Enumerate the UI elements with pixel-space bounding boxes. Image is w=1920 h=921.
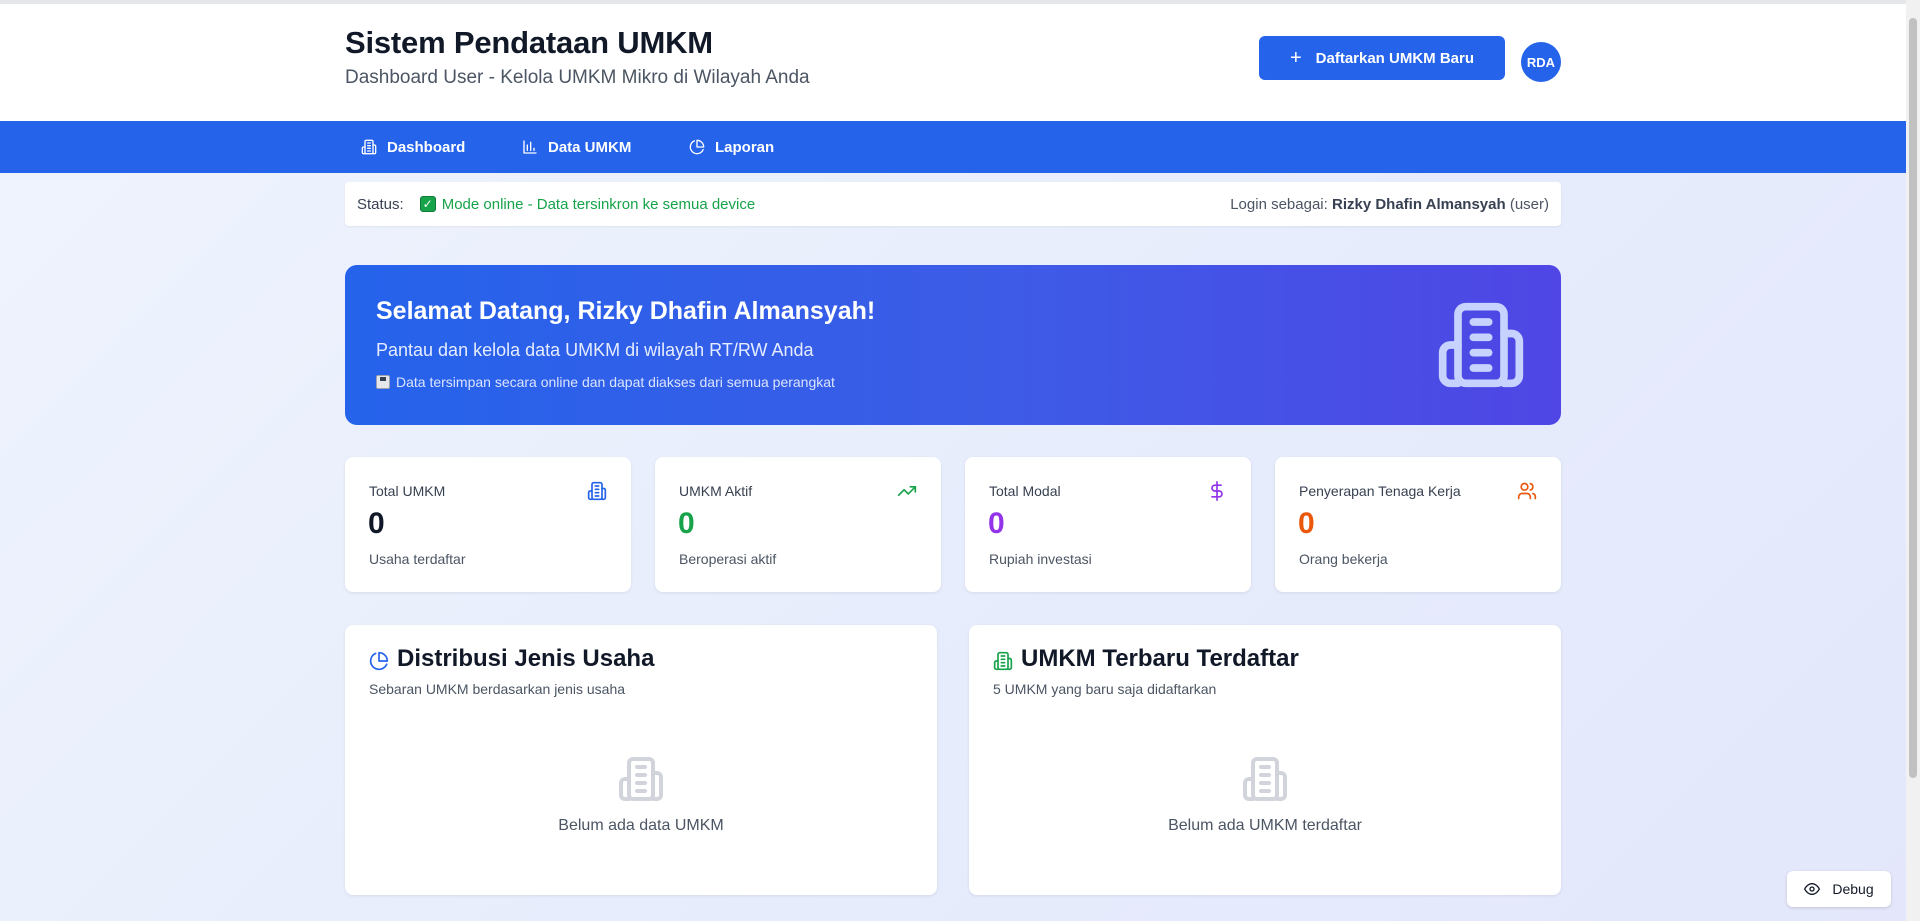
empty-state-text: Belum ada UMKM terdaftar [1168,817,1362,834]
debug-button[interactable]: Debug [1787,871,1891,907]
stat-sub: Orang bekerja [1299,551,1388,567]
welcome-title: Selamat Datang, Rizky Dhafin Almansyah! [376,297,876,325]
nav-item-label: Dashboard [387,138,466,156]
panel-subtitle: 5 UMKM yang baru saja didaftarkan [993,681,1217,697]
login-role: (user) [1509,195,1549,213]
register-umkm-button[interactable]: + Daftarkan UMKM Baru [1259,36,1505,80]
check-icon: ✓ [419,196,436,212]
register-umkm-label: Daftarkan UMKM Baru [1315,49,1475,67]
stat-sub: Rupiah investasi [989,551,1092,567]
eye-icon [1804,883,1821,895]
welcome-subtitle: Pantau dan kelola data UMKM di wilayah R… [376,340,814,360]
nav-item-label: Laporan [715,138,775,156]
building-icon [361,139,377,155]
pie-chart-icon [369,651,389,671]
plus-icon: + [1289,47,1302,69]
app-header: Sistem Pendataan UMKM Dashboard User - K… [0,4,1906,121]
login-name: Rizky Dhafin Almansyah [1331,195,1506,213]
panel-umkm-terbaru: UMKM Terbaru Terdaftar 5 UMKM yang baru … [969,625,1561,895]
panel-distribusi-jenis-usaha: Distribusi Jenis Usaha Sebaran UMKM berd… [345,625,937,895]
building-icon [619,757,663,801]
dollar-icon [1211,481,1223,501]
users-icon [1517,482,1537,500]
stat-value: 0 [678,507,695,540]
trending-up-icon [897,486,917,496]
welcome-note: Data tersimpan secara online dan dapat d… [376,374,835,390]
nav-item-laporan[interactable]: Laporan [689,121,774,173]
login-prefix: Login sebagai: [1230,195,1328,213]
building-icon [1243,757,1287,801]
nav-item-label: Data UMKM [548,138,632,156]
status-label: Status: [357,195,404,213]
nav-item-data-umkm[interactable]: Data UMKM [522,121,631,173]
stat-value: 0 [1298,507,1315,540]
main-nav: Dashboard Data UMKM Laporan [0,121,1906,173]
app-title: Sistem Pendataan UMKM [345,25,713,60]
floppy-disk-icon [376,375,390,389]
panel-subtitle: Sebaran UMKM berdasarkan jenis usaha [369,681,626,697]
building-icon [993,651,1013,671]
status-bar: Status: ✓ Mode online - Data tersinkron … [345,182,1561,226]
stat-label: UMKM Aktif [679,483,753,499]
stat-value: 0 [988,507,1005,540]
building-icon [587,481,607,501]
stat-label: Total Modal [989,483,1061,499]
welcome-banner: Selamat Datang, Rizky Dhafin Almansyah! … [345,265,1561,425]
login-info: Login sebagai: Rizky Dhafin Almansyah (u… [1230,196,1549,213]
app-subtitle: Dashboard User - Kelola UMKM Mikro di Wi… [345,67,810,88]
avatar[interactable]: RDA [1521,42,1561,82]
panel-title: UMKM Terbaru Terdaftar [1021,645,1299,672]
empty-state-text: Belum ada data UMKM [558,817,724,834]
page-scrollbar[interactable] [1906,0,1920,921]
stat-sub: Beroperasi aktif [679,551,777,567]
stat-label: Total UMKM [369,483,446,499]
debug-label: Debug [1832,881,1874,897]
pie-chart-icon [689,139,705,155]
panel-title: Distribusi Jenis Usaha [397,645,655,672]
stat-card-umkm-aktif: UMKM Aktif 0 Beroperasi aktif [655,457,941,592]
bar-chart-icon [523,140,537,154]
stat-label: Penyerapan Tenaga Kerja [1299,483,1461,499]
stat-card-total-umkm: Total UMKM 0 Usaha terdaftar [345,457,631,592]
welcome-note-text: Data tersimpan secara online dan dapat d… [396,374,835,390]
status-text: Mode online - Data tersinkron ke semua d… [441,195,756,213]
stat-value: 0 [368,507,385,540]
stat-card-tenaga-kerja: Penyerapan Tenaga Kerja 0 Orang bekerja [1275,457,1561,592]
stat-sub: Usaha terdaftar [369,551,466,567]
nav-item-dashboard[interactable]: Dashboard [361,121,465,173]
scrollbar-thumb[interactable] [1909,18,1917,778]
building-icon [1438,302,1524,388]
stat-card-total-modal: Total Modal 0 Rupiah investasi [965,457,1251,592]
